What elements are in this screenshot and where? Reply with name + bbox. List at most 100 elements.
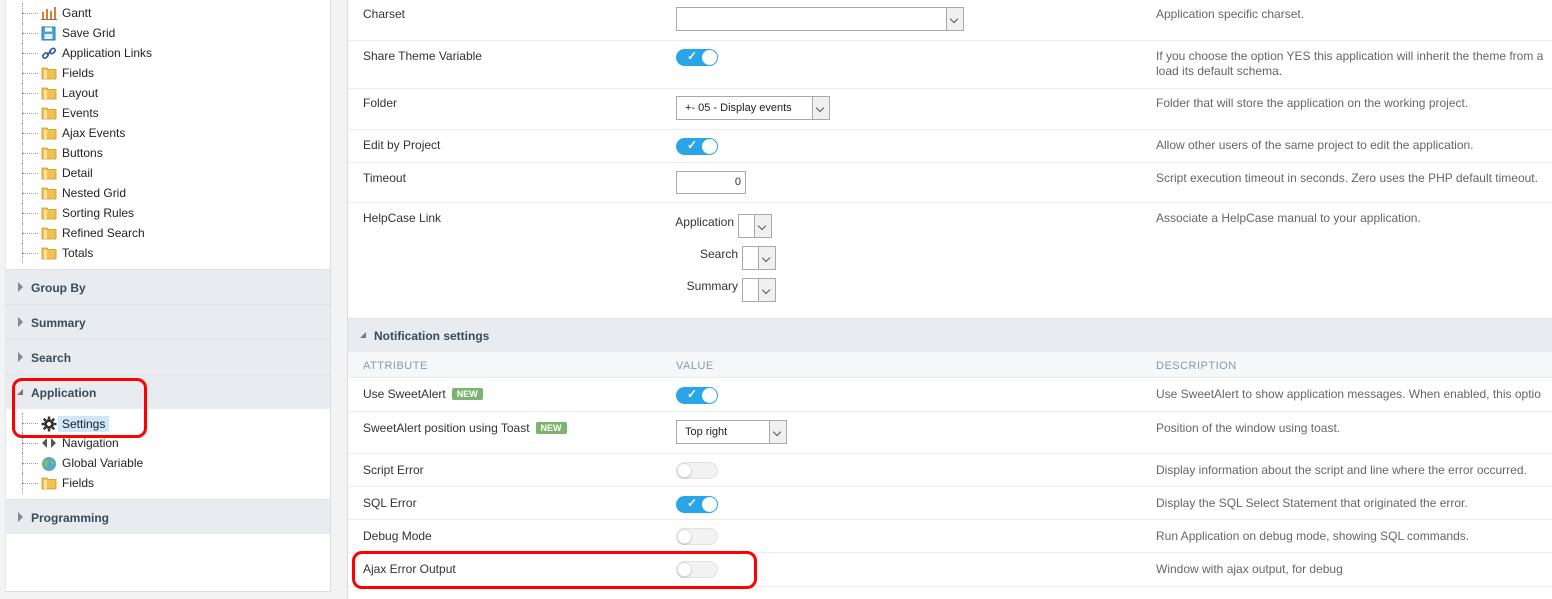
tree-item-buttons[interactable]: Buttons (6, 143, 330, 163)
chevron-down-icon (758, 279, 775, 301)
tree-item-refined-search[interactable]: Refined Search (6, 223, 330, 243)
tree-item-nested-grid[interactable]: Nested Grid (6, 183, 330, 203)
desc-text: Position of the window using toast. (1156, 421, 1341, 435)
tree-item-gantt[interactable]: Gantt (6, 3, 330, 23)
tree-line (22, 73, 38, 74)
tree-item-fields[interactable]: Fields (6, 63, 330, 83)
group-summary[interactable]: Summary (6, 304, 330, 339)
row-toast: SweetAlert position using Toast NEW Top r… (348, 412, 1552, 454)
row-edit-by-project: Edit by Project ✓ Allow other users of t… (348, 130, 1552, 163)
row-sql-error: SQL Error ✓ Display the SQL Select State… (348, 487, 1552, 520)
toggle-knob (702, 388, 717, 403)
column-headers: ATTRIBUTE VALUE DESCRIPTION (348, 352, 1552, 378)
tree-item-label: Events (62, 106, 99, 120)
desc-text: If you choose the option YES this applic… (1156, 49, 1543, 79)
tree-item-label: Application Links (62, 46, 153, 60)
desc-text: Use SweetAlert to show application messa… (1156, 387, 1541, 401)
tree-item-detail[interactable]: Detail (6, 163, 330, 183)
group-search[interactable]: Search (6, 339, 330, 374)
folder-icon (41, 106, 57, 121)
expand-arrow-icon (18, 317, 23, 327)
tree-item-save-grid[interactable]: Save Grid (6, 23, 330, 43)
col-attribute: ATTRIBUTE (363, 360, 428, 372)
edit-by-project-toggle[interactable]: ✓ (676, 138, 718, 155)
chevron-down-icon (754, 215, 771, 237)
tree-line (22, 233, 38, 234)
tree-item-label: Buttons (62, 146, 103, 160)
desc-text: Window with ajax output, for debug (1156, 562, 1343, 576)
tree-item-settings[interactable]: Settings (6, 413, 330, 433)
charset-select[interactable] (676, 7, 964, 31)
sweetalert-toggle[interactable]: ✓ (676, 387, 718, 404)
chevron-down-icon (769, 421, 786, 443)
attr-label: Edit by Project (363, 138, 441, 152)
collapse-arrow-icon (17, 389, 23, 395)
row-share-theme: Share Theme Variable ✓ If you choose the… (348, 41, 1552, 89)
group-group-by[interactable]: Group By (6, 269, 330, 304)
settings-panel: Charset Application specific charset. Sh… (347, 0, 1552, 599)
select-value: Top right (685, 426, 728, 438)
row-script-error: Script Error Display information about t… (348, 454, 1552, 487)
tree-item-label: Gantt (62, 6, 92, 20)
folder-icon (41, 206, 57, 221)
collapse-arrow-icon (360, 332, 366, 338)
tree-item-navigation[interactable]: Navigation (6, 433, 330, 453)
folder-icon (41, 146, 57, 161)
row-helpcase: HelpCase Link Application Search Summary A… (348, 203, 1552, 318)
attr-label: Debug Mode (363, 529, 432, 543)
tree-line (22, 113, 38, 114)
desc-text: Allow other users of the same project to… (1156, 138, 1474, 152)
attr-label: Ajax Error Output (363, 562, 456, 576)
tree-item-totals[interactable]: Totals (6, 243, 330, 263)
folder-icon (41, 86, 57, 101)
folder-select[interactable]: +- 05 - Display events (676, 96, 830, 120)
tree-item-application-links[interactable]: Application Links (6, 43, 330, 63)
helpcase-search-select[interactable] (742, 246, 776, 270)
share-theme-toggle[interactable]: ✓ (676, 49, 718, 66)
tree-line (22, 53, 38, 54)
tree-line (22, 13, 38, 14)
toast-position-select[interactable]: Top right (676, 420, 787, 444)
tree-item-sorting-rules[interactable]: Sorting Rules (6, 203, 330, 223)
timeout-input[interactable]: 0 (676, 171, 746, 194)
debug-mode-toggle[interactable] (676, 528, 718, 545)
group-programming[interactable]: Programming (6, 499, 330, 534)
tree-line (22, 33, 38, 34)
group-label: Summary (31, 316, 86, 330)
attr-label: Share Theme Variable (363, 49, 482, 63)
chevron-down-icon (812, 97, 829, 119)
folder-icon (41, 166, 57, 181)
tree-line (22, 423, 38, 424)
group-application[interactable]: Application (6, 374, 330, 409)
new-badge: NEW (535, 422, 567, 434)
col-value: VALUE (676, 360, 714, 372)
tree-item-layout[interactable]: Layout (6, 83, 330, 103)
row-debug-mode: Debug Mode Run Application on debug mode… (348, 520, 1552, 553)
notification-section-header[interactable]: Notification settings (348, 318, 1552, 352)
tree-item-events[interactable]: Events (6, 103, 330, 123)
tree-item-label: Fields (62, 66, 95, 80)
tree-item-fields[interactable]: Fields (6, 473, 330, 493)
tree-item-label: Global Variable (62, 456, 144, 470)
tree-line (22, 93, 38, 94)
toggle-knob (702, 139, 717, 154)
helpcase-application-select[interactable] (738, 214, 772, 238)
attr-label: Folder (363, 96, 398, 110)
tree-line (22, 253, 38, 254)
sql-error-toggle[interactable]: ✓ (676, 496, 718, 513)
ajax-error-toggle[interactable] (676, 561, 718, 578)
globe-icon (41, 456, 57, 471)
navigation-arrows-icon (41, 436, 57, 451)
script-error-toggle[interactable] (676, 462, 718, 479)
attr-label: HelpCase Link (363, 211, 442, 225)
tree-line (22, 193, 38, 194)
group-label: Application (31, 386, 97, 400)
tree-item-ajax-events[interactable]: Ajax Events (6, 123, 330, 143)
tree-item-global-variable[interactable]: Global Variable (6, 453, 330, 473)
folder-icon (41, 476, 57, 491)
row-timeout: Timeout 0 Script execution timeout in se… (348, 163, 1552, 203)
helpcase-field-label: Summary (686, 279, 738, 293)
folder-icon (41, 186, 57, 201)
helpcase-summary-select[interactable] (742, 278, 776, 302)
tree-item-label: Refined Search (62, 226, 145, 240)
